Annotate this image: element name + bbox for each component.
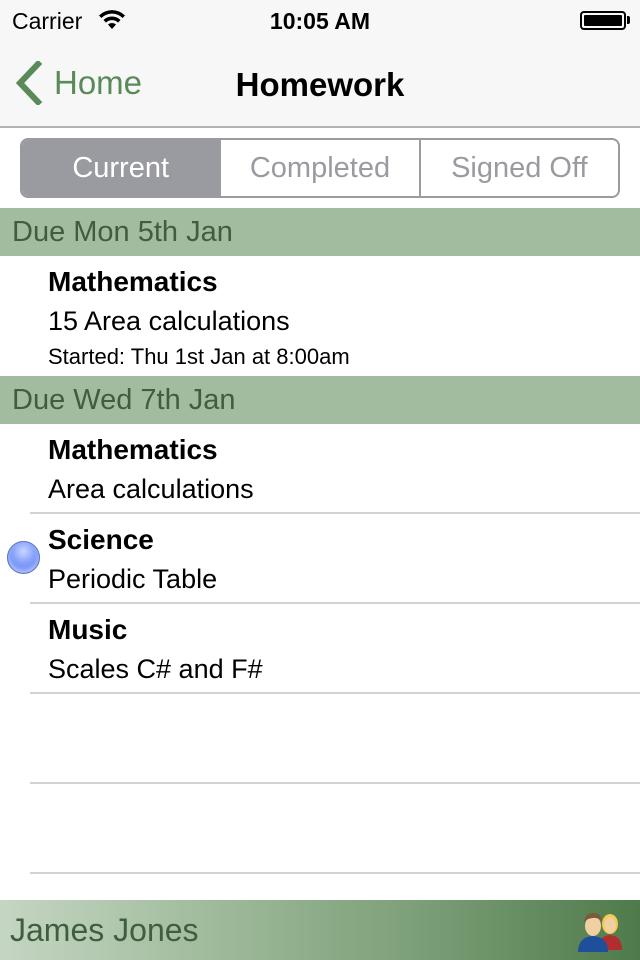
status-bar: Carrier 10:05 AM xyxy=(0,0,640,40)
navigation-bar: Home Homework xyxy=(0,40,640,128)
segment-signed-off[interactable]: Signed Off xyxy=(418,140,618,196)
page-title: Homework xyxy=(235,66,405,103)
homework-description: Scales C# and F# xyxy=(48,654,263,684)
homework-row[interactable]: Mathematics Area calculations xyxy=(0,424,640,514)
homework-subject: Music xyxy=(48,614,128,645)
blue-dot-icon xyxy=(7,541,40,574)
homework-row[interactable]: Science Periodic Table xyxy=(0,514,640,604)
section-header: Due Mon 5th Jan xyxy=(0,208,640,256)
homework-started: Started: Thu 1st Jan at 8:00am xyxy=(48,344,350,369)
homework-description: Periodic Table xyxy=(48,564,218,594)
battery-tip xyxy=(627,16,630,24)
student-footer: James Jones xyxy=(0,900,640,960)
homework-subject: Mathematics xyxy=(48,434,218,465)
homework-description: Area calculations xyxy=(48,474,254,504)
homework-filter-segmented-control: Current Completed Signed Off xyxy=(20,138,620,198)
users-icon[interactable] xyxy=(576,906,624,952)
homework-row[interactable]: Music Scales C# and F# xyxy=(0,604,640,694)
battery-icon xyxy=(580,11,626,30)
section-header: Due Wed 7th Jan xyxy=(0,376,640,424)
segment-completed[interactable]: Completed xyxy=(219,140,418,196)
section-header-label: Due Mon 5th Jan xyxy=(12,216,233,248)
student-name: James Jones xyxy=(10,912,199,948)
homework-row[interactable]: Mathematics 15 Area calculations Started… xyxy=(0,256,640,376)
clock: 10:05 AM xyxy=(269,8,371,34)
row-separator xyxy=(30,782,640,784)
segment-current[interactable]: Current xyxy=(22,140,220,196)
homework-description: 15 Area calculations xyxy=(48,306,290,336)
row-separator xyxy=(30,692,640,694)
row-separator xyxy=(30,872,640,874)
homework-subject: Science xyxy=(48,524,154,555)
homework-subject: Mathematics xyxy=(48,266,218,297)
section-header-label: Due Wed 7th Jan xyxy=(12,384,236,416)
